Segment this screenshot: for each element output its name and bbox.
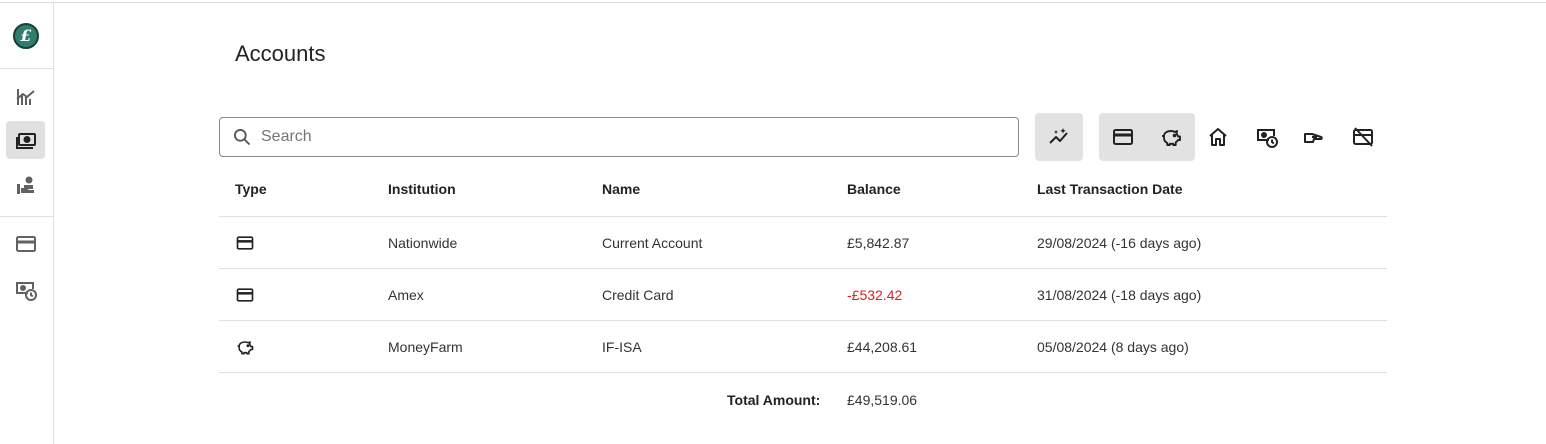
last-transaction-cell: 31/08/2024 (-18 days ago)	[1037, 287, 1202, 303]
sidebar: £	[0, 3, 54, 444]
top-divider	[0, 2, 1546, 3]
app-logo[interactable]: £	[13, 23, 39, 49]
institution-cell: Amex	[388, 287, 424, 303]
money-clock-icon	[15, 282, 37, 301]
filter-property-button[interactable]	[1194, 113, 1242, 161]
sidebar-item-cards[interactable]	[6, 225, 45, 263]
row-divider	[219, 268, 1387, 269]
insights-icon	[1049, 128, 1068, 144]
column-header-balance[interactable]: Balance	[847, 181, 901, 197]
accounts-icon	[15, 133, 36, 149]
column-header-institution[interactable]: Institution	[388, 181, 456, 197]
hand-icon	[1304, 133, 1323, 143]
search-icon	[234, 129, 251, 146]
sidebar-item-accounts[interactable]	[6, 121, 45, 159]
toggle-insights-button[interactable]	[1035, 113, 1083, 161]
money-clock-icon	[1257, 129, 1278, 148]
piggy-bank-icon	[1162, 130, 1181, 146]
row-divider	[219, 320, 1387, 321]
total-value: £49,519.06	[847, 392, 918, 408]
sidebar-divider	[0, 216, 53, 217]
header-divider	[219, 216, 1387, 217]
credit-card-icon	[236, 236, 254, 250]
balance-cell: -£532.42	[847, 287, 903, 303]
filter-scheduled-button[interactable]	[1243, 113, 1291, 161]
credit-card-icon	[236, 288, 254, 302]
institution-cell: Nationwide	[388, 235, 458, 251]
page-title: Accounts	[235, 41, 326, 66]
filter-loans-button[interactable]	[1290, 113, 1338, 161]
column-header-last-transaction[interactable]: Last Transaction Date	[1037, 181, 1183, 197]
last-transaction-cell: 05/08/2024 (8 days ago)	[1037, 339, 1189, 355]
row-divider	[219, 372, 1387, 373]
filter-closed-button[interactable]	[1339, 113, 1387, 161]
column-header-name[interactable]: Name	[602, 181, 640, 197]
balance-cell: £5,842.87	[847, 235, 910, 251]
piggy-bank-icon	[237, 341, 254, 355]
home-icon	[1209, 128, 1227, 146]
hand-person-icon	[16, 176, 34, 194]
filter-savings-button[interactable]	[1147, 113, 1195, 161]
last-transaction-cell: 29/08/2024 (-16 days ago)	[1037, 235, 1202, 251]
filter-current-accounts-button[interactable]	[1099, 113, 1147, 161]
total-label: Total Amount:	[727, 392, 821, 408]
column-header-type[interactable]: Type	[235, 181, 267, 197]
sidebar-item-charts[interactable]	[6, 78, 45, 116]
search-input[interactable]	[261, 128, 961, 146]
credit-card-icon	[15, 236, 36, 252]
balance-cell: £44,208.61	[847, 339, 918, 355]
account-name-cell: Credit Card	[602, 287, 674, 303]
account-name-cell: Current Account	[602, 235, 703, 251]
institution-cell: MoneyFarm	[388, 339, 463, 355]
sidebar-item-people[interactable]	[6, 167, 45, 205]
sidebar-divider	[0, 68, 53, 69]
account-name-cell: IF-ISA	[602, 339, 642, 355]
chart-icon	[15, 89, 35, 105]
sidebar-item-scheduled[interactable]	[6, 271, 45, 309]
card-off-icon	[1353, 127, 1373, 147]
search-field[interactable]	[219, 117, 1019, 157]
credit-card-icon	[1113, 129, 1133, 145]
